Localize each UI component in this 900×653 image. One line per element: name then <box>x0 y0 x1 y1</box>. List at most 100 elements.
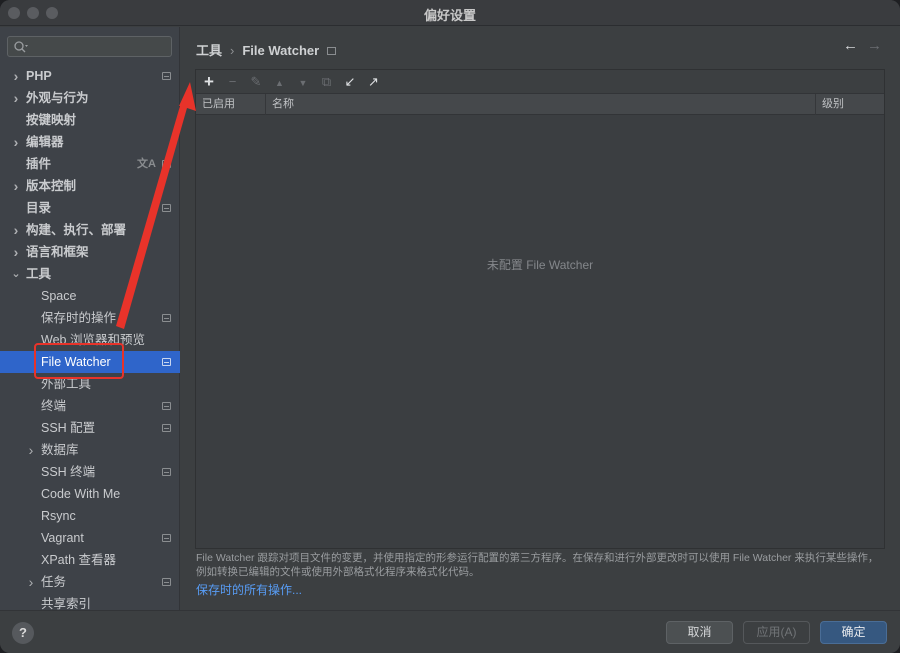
sidebar-item[interactable]: SSH 终端 <box>0 461 180 483</box>
empty-table-text: 未配置 File Watcher <box>486 258 594 272</box>
add-icon: + <box>204 72 214 91</box>
chevron-right-icon[interactable]: › <box>10 87 22 109</box>
sidebar-item[interactable]: › 编辑器 <box>0 131 180 153</box>
sidebar-item-label: SSH 终端 <box>41 465 96 479</box>
sidebar-item[interactable]: › 外观与行为 <box>0 87 180 109</box>
sidebar-item-label: Code With Me <box>41 487 121 501</box>
back-button[interactable]: ← <box>843 37 858 54</box>
sidebar-item[interactable]: › 任务 <box>0 571 180 593</box>
sidebar-item[interactable]: Vagrant <box>0 527 180 549</box>
file-watchers-table-panel: + − ✎ ▲ ▼ ⧉ ↙ ↗ 已启用 名称 级别 未配置 File Watcher <box>195 69 885 549</box>
column-level[interactable]: 级别 <box>816 94 886 115</box>
settings-tree: › PHP › 外观与行为 按键映射 › 编辑器 插件 文A › 版本控制 目录 › 构建、执行、部署 › 语… <box>0 65 180 615</box>
ok-button[interactable]: 确定 <box>820 621 887 644</box>
table-toolbar: + − ✎ ▲ ▼ ⧉ ↙ ↗ <box>196 70 884 94</box>
remove-button[interactable]: − <box>224 73 242 91</box>
move-up-icon: ▲ <box>275 78 284 88</box>
move-up-button[interactable]: ▲ <box>271 73 289 91</box>
sidebar-item[interactable]: Space <box>0 285 180 307</box>
settings-search-input[interactable] <box>7 36 172 57</box>
breadcrumb-separator: › <box>230 43 235 58</box>
sidebar-item-label: 外观与行为 <box>26 91 89 105</box>
project-scope-icon <box>162 424 171 432</box>
sidebar-item[interactable]: Rsync <box>0 505 180 527</box>
sidebar-item-label: XPath 查看器 <box>41 553 117 567</box>
sidebar-item-label: Rsync <box>41 509 76 523</box>
sidebar-item-label: 数据库 <box>41 443 79 457</box>
search-icon <box>14 41 28 53</box>
chevron-down-icon[interactable]: ⌄ <box>10 263 22 285</box>
breadcrumb-current: File Watcher <box>242 43 320 58</box>
project-scope-icon <box>162 314 171 322</box>
move-down-button[interactable]: ▼ <box>294 73 312 91</box>
sidebar-item[interactable]: › 版本控制 <box>0 175 180 197</box>
project-scope-icon <box>162 402 171 410</box>
project-scope-icon <box>162 578 171 586</box>
chevron-right-icon[interactable]: › <box>10 219 22 241</box>
sidebar-item-label: SSH 配置 <box>41 421 96 435</box>
sidebar-item-label: 语言和框架 <box>26 245 89 259</box>
remove-icon: − <box>228 74 237 89</box>
help-button[interactable]: ? <box>12 622 34 644</box>
sidebar-item-label: PHP <box>26 69 52 83</box>
chevron-right-icon[interactable]: › <box>10 175 22 197</box>
cancel-button[interactable]: 取消 <box>666 621 733 644</box>
column-name[interactable]: 名称 <box>266 94 816 115</box>
sidebar-item-label: 工具 <box>26 267 52 281</box>
project-scope-icon <box>162 160 171 168</box>
chevron-right-icon[interactable]: › <box>10 241 22 263</box>
all-actions-on-save-link[interactable]: 保存时的所有操作... <box>196 581 302 598</box>
copy-button[interactable]: ⧉ <box>318 73 336 91</box>
chevron-right-icon[interactable]: › <box>25 439 37 461</box>
column-enabled[interactable]: 已启用 <box>196 94 266 115</box>
table-header: 已启用 名称 级别 <box>196 94 884 115</box>
project-scope-icon <box>162 358 171 366</box>
export-icon: ↗ <box>368 74 379 89</box>
import-button[interactable]: ↙ <box>341 73 359 91</box>
sidebar-item-label: 构建、执行、部署 <box>26 223 127 237</box>
export-button[interactable]: ↗ <box>365 73 383 91</box>
sidebar-item-label: 插件 <box>26 157 52 171</box>
project-scope-icon <box>162 468 171 476</box>
edit-button[interactable]: ✎ <box>247 73 265 91</box>
sidebar-item-label: 终端 <box>41 399 67 413</box>
sidebar-item[interactable]: 目录 <box>0 197 180 219</box>
window-title: 偏好设置 <box>423 8 476 23</box>
sidebar-item[interactable]: › PHP <box>0 65 180 87</box>
main-panel: 工具 › File Watcher ← → + − ✎ ▲ ▼ ⧉ ↙ ↗ 已启用 名称 级别 未… <box>181 27 900 610</box>
chevron-right-icon[interactable]: › <box>10 65 22 87</box>
sidebar-item-label: Space <box>41 289 77 303</box>
chevron-right-icon[interactable]: › <box>10 131 22 153</box>
sidebar-item-label: Vagrant <box>41 531 84 545</box>
sidebar-item[interactable]: › 构建、执行、部署 <box>0 219 180 241</box>
sidebar-item[interactable]: › 语言和框架 <box>0 241 180 263</box>
dialog-footer: ? 取消 应用(A) 确定 <box>0 610 900 653</box>
settings-sidebar: › PHP › 外观与行为 按键映射 › 编辑器 插件 文A › 版本控制 目录 › 构建、执行、部署 › 语… <box>0 27 180 611</box>
forward-button[interactable]: → <box>867 37 882 54</box>
sidebar-item[interactable]: 按键映射 <box>0 109 180 131</box>
sidebar-item[interactable]: ⌄ 工具 <box>0 263 180 285</box>
translate-icon: 文A <box>137 158 156 170</box>
sidebar-item[interactable]: 插件 文A <box>0 153 180 175</box>
copy-icon: ⧉ <box>321 74 332 89</box>
annotation-highlight-box <box>34 343 124 379</box>
sidebar-item[interactable]: 保存时的操作 <box>0 307 180 329</box>
sidebar-item-label: 按键映射 <box>26 113 77 127</box>
add-button[interactable]: + <box>200 73 218 91</box>
preferences-window: 偏好设置 › PHP › 外观与行为 按键映射 › 编辑器 插件 文A › 版本控制 目录 › 构建、执行… <box>0 0 900 653</box>
breadcrumb-parent[interactable]: 工具 <box>196 43 222 58</box>
move-down-icon: ▼ <box>298 78 308 88</box>
sidebar-item[interactable]: SSH 配置 <box>0 417 180 439</box>
sidebar-item[interactable]: › 数据库 <box>0 439 180 461</box>
sidebar-item[interactable]: 终端 <box>0 395 180 417</box>
project-scope-icon <box>162 204 171 212</box>
import-icon: ↙ <box>344 74 356 89</box>
description-text: File Watcher 跟踪对项目文件的变更，并使用指定的形参运行配置的第三方… <box>196 552 879 578</box>
sidebar-item[interactable]: Code With Me <box>0 483 180 505</box>
sidebar-item-label: 保存时的操作 <box>41 311 117 325</box>
chevron-right-icon[interactable]: › <box>25 571 37 593</box>
sidebar-item[interactable]: XPath 查看器 <box>0 549 180 571</box>
breadcrumb: 工具 › File Watcher <box>196 40 337 59</box>
apply-button[interactable]: 应用(A) <box>743 621 810 644</box>
edit-icon: ✎ <box>250 74 262 89</box>
